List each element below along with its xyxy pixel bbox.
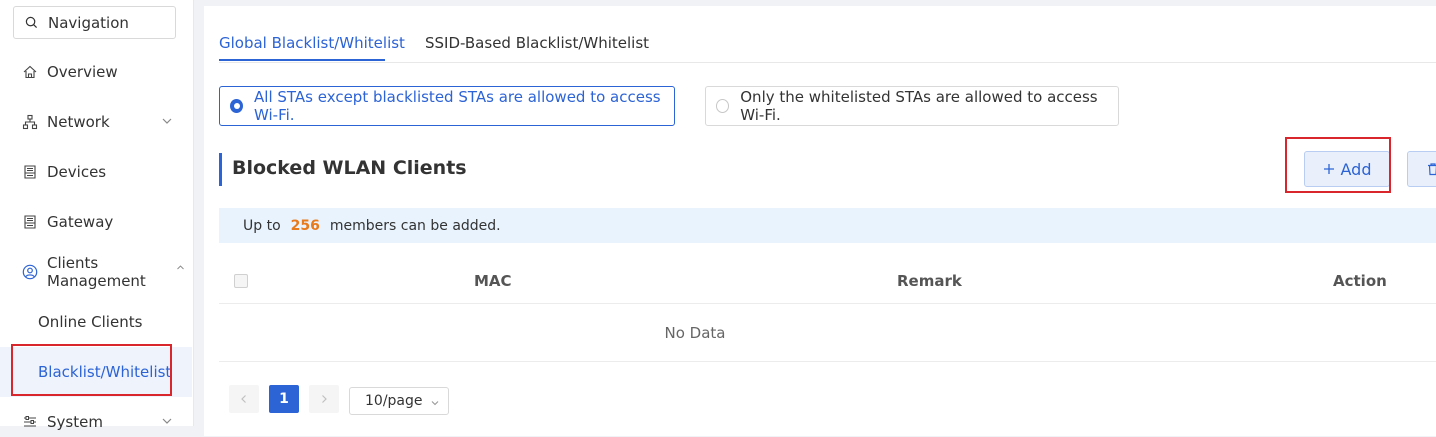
main-panel: Global Blacklist/Whitelist SSID-Based Bl… bbox=[204, 6, 1436, 436]
search-placeholder: Navigation bbox=[48, 13, 129, 32]
chevron-down-icon bbox=[162, 418, 172, 424]
radio-option-label: Only the whitelisted STAs are allowed to… bbox=[740, 88, 1098, 124]
user-circle-icon bbox=[22, 264, 38, 280]
member-limit-count: 256 bbox=[290, 217, 320, 234]
chevron-right-icon bbox=[322, 395, 327, 403]
column-header-mac: MAC bbox=[474, 272, 512, 290]
active-tab-indicator bbox=[219, 59, 385, 61]
trash-icon bbox=[1428, 163, 1436, 176]
sidebar-subitem-label: Online Clients bbox=[38, 313, 143, 331]
page-size-value: 10/page bbox=[365, 393, 423, 409]
radio-option-blacklist[interactable]: All STAs except blacklisted STAs are all… bbox=[219, 86, 675, 126]
sliders-icon bbox=[22, 414, 38, 430]
sidebar: Navigation Overview Network Devices Gate… bbox=[0, 0, 194, 431]
search-icon bbox=[25, 16, 38, 29]
radio-checked-icon bbox=[230, 99, 244, 113]
section-title: Blocked WLAN Clients bbox=[232, 157, 467, 179]
sidebar-item-devices[interactable]: Devices bbox=[0, 157, 193, 187]
highlight-box-add-button bbox=[1285, 137, 1391, 193]
info-prefix: Up to bbox=[243, 217, 281, 234]
page-size-select[interactable]: 10/page bbox=[349, 387, 449, 415]
tab-bar: Global Blacklist/Whitelist SSID-Based Bl… bbox=[219, 6, 1436, 63]
member-limit-info: Up to 256 members can be added. bbox=[219, 208, 1436, 243]
sidebar-item-label: System bbox=[47, 413, 103, 431]
chevron-up-icon bbox=[177, 265, 184, 270]
sidebar-subitem-online-clients[interactable]: Online Clients bbox=[0, 297, 192, 347]
chevron-left-icon bbox=[241, 395, 246, 403]
info-suffix: members can be added. bbox=[329, 217, 501, 234]
sidebar-item-label: Overview bbox=[47, 63, 118, 81]
select-all-checkbox[interactable] bbox=[234, 274, 248, 288]
column-header-action: Action bbox=[1333, 272, 1387, 290]
radio-option-whitelist[interactable]: Only the whitelisted STAs are allowed to… bbox=[705, 86, 1119, 126]
radio-option-label: All STAs except blacklisted STAs are all… bbox=[254, 88, 661, 124]
radio-unchecked-icon bbox=[716, 99, 730, 113]
sidebar-item-clients-management[interactable]: Clients Management bbox=[0, 254, 193, 290]
chevron-down-icon bbox=[431, 401, 439, 406]
sidebar-item-label: Network bbox=[47, 113, 110, 131]
table-empty-state: No Data bbox=[219, 304, 1436, 362]
devices-icon bbox=[22, 164, 38, 180]
highlight-box-blacklist-whitelist bbox=[11, 344, 172, 396]
sidebar-item-gateway[interactable]: Gateway bbox=[0, 207, 193, 237]
sidebar-item-system[interactable]: System bbox=[0, 407, 193, 437]
network-icon bbox=[22, 114, 38, 130]
navigation-search-input[interactable]: Navigation bbox=[13, 6, 176, 39]
table-header: MAC Remark Action bbox=[219, 256, 1436, 304]
column-header-remark: Remark bbox=[897, 272, 962, 290]
next-page-button[interactable] bbox=[309, 385, 339, 413]
sidebar-item-label: Clients Management bbox=[47, 254, 146, 290]
tab-ssid-based-blacklist-whitelist[interactable]: SSID-Based Blacklist/Whitelist bbox=[425, 34, 649, 52]
prev-page-button[interactable] bbox=[229, 385, 259, 413]
page-number-button[interactable]: 1 bbox=[269, 385, 299, 413]
chevron-down-icon bbox=[162, 118, 172, 124]
sidebar-item-label: Devices bbox=[47, 163, 107, 181]
gateway-icon bbox=[22, 214, 38, 230]
home-icon bbox=[22, 64, 38, 80]
delete-button[interactable] bbox=[1407, 151, 1436, 187]
sidebar-item-overview[interactable]: Overview bbox=[0, 57, 193, 87]
section-accent-bar bbox=[219, 153, 222, 186]
tab-global-blacklist-whitelist[interactable]: Global Blacklist/Whitelist bbox=[219, 34, 405, 52]
sidebar-item-label: Gateway bbox=[47, 213, 114, 231]
sidebar-item-network[interactable]: Network bbox=[0, 107, 193, 137]
